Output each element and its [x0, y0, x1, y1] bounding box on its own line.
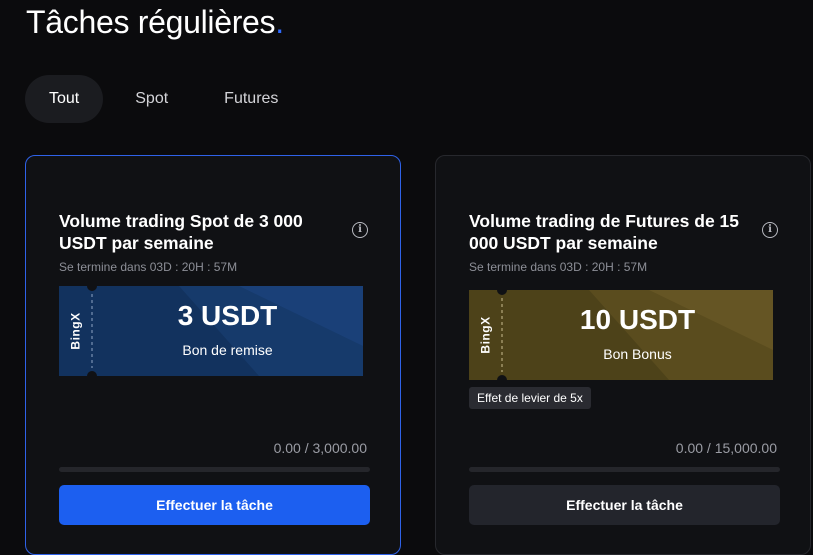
- reward-coupon: BingX 10 USDT Bon Bonus: [469, 290, 773, 380]
- reward-amount: 3 USDT: [177, 300, 278, 331]
- leverage-tag: Effet de levier de 5x: [469, 387, 591, 409]
- do-task-button[interactable]: Effectuer la tâche: [59, 485, 370, 525]
- task-card-spot[interactable]: Volume trading Spot de 3 000 USDT par se…: [25, 155, 401, 555]
- task-deadline: Se termine dans 03D : 20H : 57M: [469, 260, 648, 274]
- task-card-futures[interactable]: Volume trading de Futures de 15 000 USDT…: [435, 155, 811, 555]
- task-title: Volume trading Spot de 3 000 USDT par se…: [59, 211, 303, 253]
- tab-futures[interactable]: Futures: [200, 75, 302, 123]
- progress-text: 0.00 / 3,000.00: [273, 440, 367, 456]
- brand-logo: BingX: [478, 316, 493, 354]
- page-title: Tâches régulières.: [26, 4, 284, 41]
- info-icon[interactable]: i: [352, 222, 368, 238]
- progress-bar: [59, 467, 370, 472]
- brand-logo: BingX: [68, 312, 83, 350]
- reward-type: Bon de remise: [182, 342, 273, 358]
- task-filter-tabs: Tout Spot Futures: [25, 75, 302, 123]
- progress-text: 0.00 / 15,000.00: [675, 440, 777, 456]
- reward-type: Bon Bonus: [603, 346, 672, 362]
- title-accent-dot: .: [275, 4, 284, 40]
- progress-bar: [469, 467, 780, 472]
- tab-all[interactable]: Tout: [25, 75, 104, 123]
- task-deadline: Se termine dans 03D : 20H : 57M: [59, 260, 238, 274]
- do-task-button[interactable]: Effectuer la tâche: [469, 485, 780, 525]
- task-title: Volume trading de Futures de 15 000 USDT…: [469, 211, 740, 253]
- reward-amount: 10 USDT: [579, 304, 696, 335]
- tab-spot[interactable]: Spot: [111, 75, 192, 123]
- page-title-text: Tâches régulières: [26, 4, 276, 40]
- info-icon[interactable]: i: [762, 222, 778, 238]
- reward-coupon: BingX 3 USDT Bon de remise: [59, 286, 363, 376]
